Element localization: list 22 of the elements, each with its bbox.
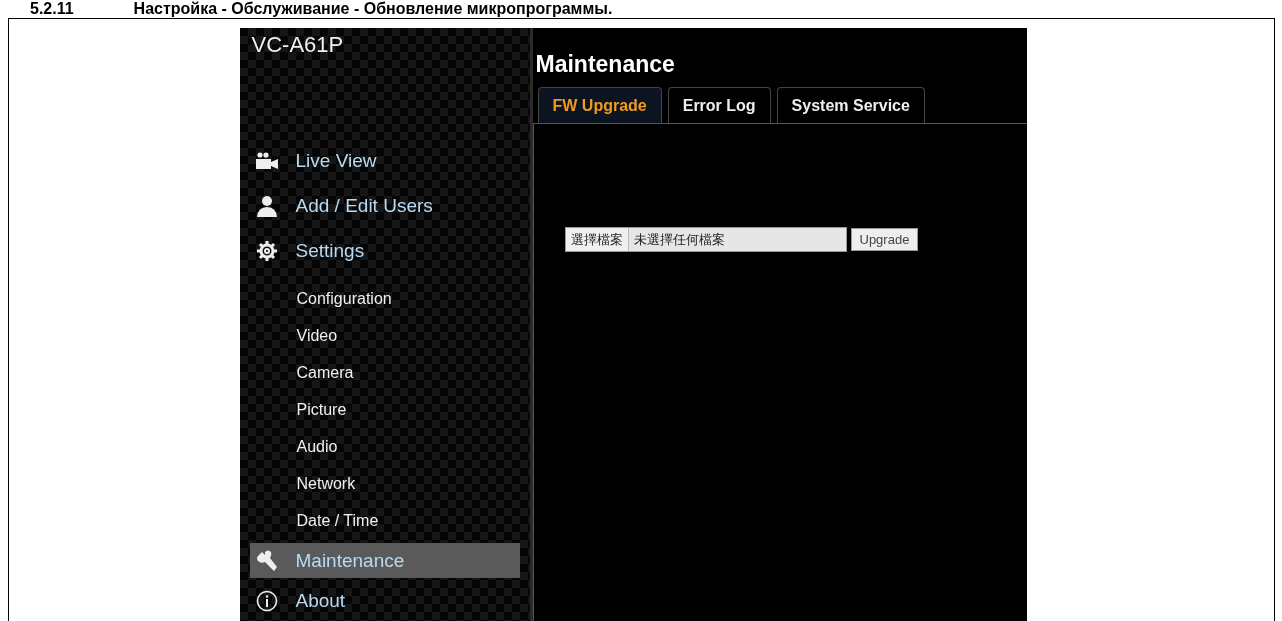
nav-item[interactable]: Live View xyxy=(239,138,387,183)
nav-item[interactable]: Settings xyxy=(239,228,375,273)
upgrade-button[interactable]: Upgrade xyxy=(850,228,919,251)
nav-item[interactable]: About xyxy=(239,578,356,621)
tab[interactable]: System Service xyxy=(776,87,925,123)
section-heading: Настройка - Обслуживание - Обновление микропрограммы. xyxy=(133,0,613,18)
camera-icon xyxy=(253,151,280,170)
nav-item[interactable]: Maintenance xyxy=(249,543,520,578)
nav-item[interactable]: Audio xyxy=(239,428,338,465)
nav-item[interactable]: Network xyxy=(239,465,356,502)
nav-item[interactable]: Date / Time xyxy=(239,502,379,539)
nav-item[interactable]: Camera xyxy=(239,354,354,391)
section-number: 5.2.11 xyxy=(30,0,74,18)
tab[interactable]: FW Upgrade xyxy=(537,87,662,123)
nav-item[interactable]: Picture xyxy=(239,391,347,428)
nav-item[interactable]: Add / Edit Users xyxy=(239,183,443,228)
device-title: VC-A61P xyxy=(250,31,344,59)
tab[interactable]: Error Log xyxy=(667,87,771,123)
page-title: Maintenance xyxy=(534,50,675,79)
nav-item[interactable]: Video xyxy=(239,317,338,354)
file-input[interactable]: 選擇檔案 未選擇任何檔案 xyxy=(564,227,847,252)
nav-item[interactable]: Configuration xyxy=(239,280,392,317)
